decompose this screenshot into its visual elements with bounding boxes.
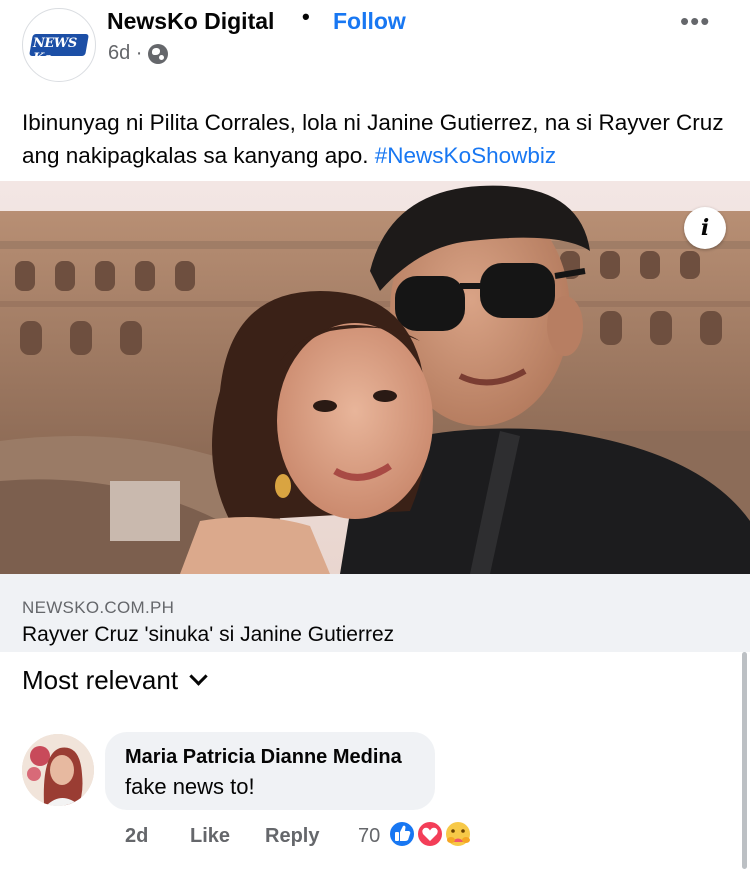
link-title: Rayver Cruz 'sinuka' si Janine Gutierrez <box>22 623 395 646</box>
more-dots-icon[interactable]: ••• <box>680 6 710 37</box>
comment-author[interactable]: Maria Patricia Dianne Medina <box>125 746 402 769</box>
comment-time[interactable]: 2d <box>125 825 148 848</box>
info-icon[interactable]: i <box>684 207 726 249</box>
globe-icon <box>148 43 169 64</box>
logo-text: NEWS Ko <box>33 36 77 66</box>
care-reaction-icon <box>444 820 472 848</box>
page-name[interactable]: NewsKo Digital <box>107 8 274 35</box>
link-domain: NEWSKO.COM.PH <box>22 598 175 617</box>
post-caption: Ibinunyag ni Pilita Corrales, lola ni Ja… <box>22 106 732 172</box>
love-reaction-icon <box>416 820 444 848</box>
avatar[interactable] <box>22 734 94 806</box>
caption-text: Ibinunyag ni Pilita Corrales, lola ni Ja… <box>22 110 724 168</box>
sort-label: Most relevant <box>22 665 179 695</box>
chevron-down-icon <box>189 667 208 686</box>
comment-text: fake news to! <box>125 774 255 799</box>
post-photo[interactable] <box>0 181 750 574</box>
post-time[interactable]: 6d · <box>108 42 142 65</box>
link-preview[interactable]: NEWSKO.COM.PH Rayver Cruz 'sinuka' si Ja… <box>0 574 750 652</box>
like-reaction-icon <box>388 820 416 848</box>
like-button[interactable]: Like <box>190 825 230 848</box>
reaction-count[interactable]: 70 <box>358 825 380 848</box>
scrollbar[interactable] <box>742 652 747 869</box>
hashtag-link[interactable]: #NewsKoShowbiz <box>375 143 556 168</box>
page-logo[interactable]: NEWS Ko <box>22 8 96 82</box>
photo-image <box>0 181 750 574</box>
avatar-image <box>22 734 94 806</box>
reaction-icons[interactable] <box>386 818 481 850</box>
post-meta: 6d · <box>108 42 169 65</box>
comment-bubble: Maria Patricia Dianne Medina fake news t… <box>105 732 435 810</box>
follow-button[interactable]: Follow <box>333 8 406 35</box>
reply-button[interactable]: Reply <box>265 825 319 848</box>
separator-dot: • <box>302 4 310 29</box>
post-header: NEWS Ko NewsKo Digital • Follow ••• 6d · <box>0 0 750 90</box>
comment-sort-dropdown[interactable]: Most relevant <box>22 665 208 696</box>
